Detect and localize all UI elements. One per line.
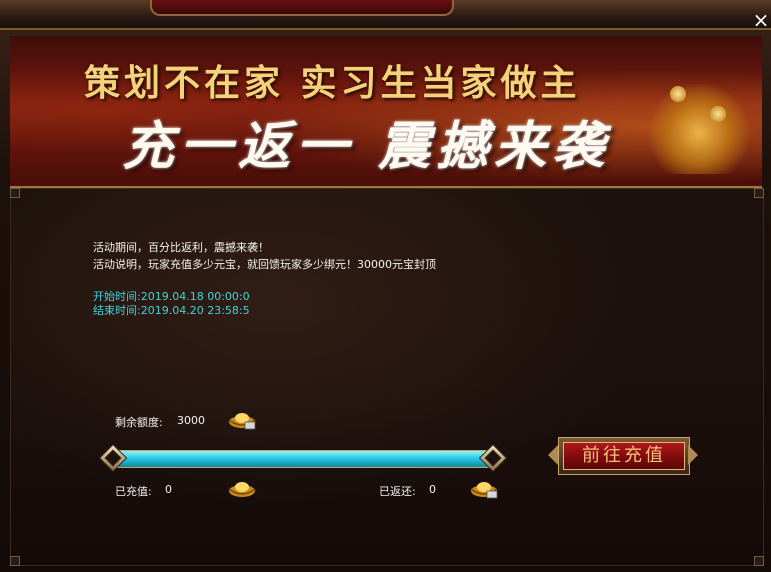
banner-title: 充一返一 震撼来袭 — [122, 116, 611, 177]
recharge-button-label: 前往充值 — [563, 442, 685, 470]
end-time-value: 2019.04.20 23:58:5 — [140, 304, 250, 317]
returned-label: 已返还: — [379, 485, 416, 498]
end-time-label: 结束时间: — [93, 304, 141, 317]
panel-corner — [10, 556, 20, 566]
close-icon[interactable]: × — [751, 10, 771, 30]
gold-ingot-icon — [228, 413, 256, 430]
charged-value: 0 — [165, 483, 172, 496]
event-rules-text: 活动说明，玩家充值多少元宝，就回馈玩家多少绑元！30000元宝封顶 — [93, 258, 436, 271]
event-window: × 策划不在家 实习生当家做主 充一返一 震撼来袭 活动期间，百分比返利，震撼来… — [0, 0, 771, 572]
header-ornament — [150, 0, 454, 16]
returned-value: 0 — [429, 483, 436, 496]
quota-progress-bar — [97, 443, 508, 473]
remaining-quota-label: 剩余额度: — [115, 416, 163, 429]
event-banner: 策划不在家 实习生当家做主 充一返一 震撼来袭 — [10, 36, 762, 188]
gold-ingot-icon — [470, 482, 498, 499]
panel-corner — [10, 188, 20, 198]
coin-decoration — [710, 106, 726, 122]
arrow-left-icon — [548, 445, 558, 465]
arrow-right-icon — [688, 445, 698, 465]
go-recharge-button[interactable]: 前往充值 — [548, 435, 698, 477]
coin-decoration — [670, 86, 686, 102]
recharge-button-frame: 前往充值 — [558, 437, 690, 475]
remaining-quota-value: 3000 — [177, 414, 205, 427]
gold-ingot-icon — [228, 482, 256, 497]
window-header-strip — [0, 0, 771, 30]
panel-corner — [754, 188, 764, 198]
progress-fill — [114, 451, 492, 467]
progress-rail — [113, 450, 493, 468]
event-period-text: 活动期间，百分比返利，震撼来袭！ — [93, 241, 269, 254]
panel-corner — [754, 556, 764, 566]
charged-label: 已充值: — [115, 485, 152, 498]
end-time: 结束时间:2019.04.20 23:58:5 — [93, 302, 250, 318]
event-content-panel: 活动期间，百分比返利，震撼来袭！ 活动说明，玩家充值多少元宝，就回馈玩家多少绑元… — [10, 188, 764, 566]
gold-coins-decoration — [644, 84, 754, 174]
banner-subtitle: 策划不在家 实习生当家做主 — [84, 62, 581, 104]
